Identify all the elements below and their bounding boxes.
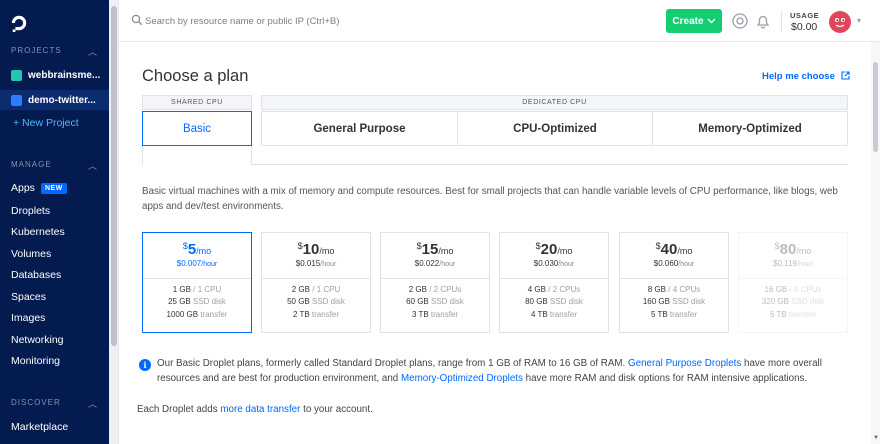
sidebar-item-apps[interactable]: Apps NEW <box>11 182 67 194</box>
search-icon <box>131 14 143 26</box>
create-button[interactable]: Create <box>666 9 722 33</box>
tab-cpu-optimized[interactable]: CPU-Optimized <box>457 111 653 146</box>
plan-card-80: $80/mo $0.119/hour 16 GB / 4 CPUs 320 GB… <box>738 232 848 333</box>
search-input[interactable] <box>145 13 395 29</box>
plan-hourly: $0.119/hour <box>773 259 813 268</box>
chevron-up-icon[interactable]: ︿ <box>88 397 97 410</box>
sidebar-scrollbar[interactable] <box>109 0 119 444</box>
plan-hourly: $0.015/hour <box>295 259 337 268</box>
plan-specs: 4 GB / 2 CPUs 80 GB SSD disk 4 TB transf… <box>525 285 583 319</box>
plan-description: Basic virtual machines with a mix of mem… <box>142 186 838 212</box>
general-purpose-droplets-link[interactable]: General Purpose Droplets <box>628 358 741 369</box>
sidebar: PROJECTS ︿ webbrainsme... demo-twitter..… <box>0 0 109 444</box>
help-support-icon[interactable] <box>731 12 749 30</box>
memory-optimized-droplets-link[interactable]: Memory-Optimized Droplets <box>401 373 523 384</box>
project-label: webbrainsme... <box>28 69 101 81</box>
project-icon <box>11 69 22 81</box>
sidebar-item-kubernetes[interactable]: Kubernetes <box>11 226 65 238</box>
usage-value: $0.00 <box>791 21 818 33</box>
plan-hourly: $0.060/hour <box>653 259 695 268</box>
top-bar-divider <box>781 10 782 32</box>
plan-price: $5/mo <box>182 241 212 258</box>
plan-specs: 8 GB / 4 CPUs 160 GB SSD disk 5 TB trans… <box>642 285 706 319</box>
help-me-choose-link[interactable]: Help me choose <box>762 71 850 82</box>
create-label: Create <box>672 15 704 27</box>
sidebar-project-webbrainsme[interactable]: webbrainsme... <box>0 65 109 85</box>
plan-specs: 16 GB / 4 CPUs 320 GB SSD disk 6 TB tran… <box>761 285 825 319</box>
plan-price: $10/mo <box>297 241 335 258</box>
dedicated-cpu-heading: DEDICATED CPU <box>261 95 848 110</box>
plan-specs: 1 GB / 1 CPU 25 GB SSD disk 1000 GB tran… <box>166 285 228 319</box>
external-link-icon <box>840 71 850 80</box>
tab-general-purpose[interactable]: General Purpose <box>261 111 458 146</box>
plan-price: $20/mo <box>535 241 573 258</box>
plan-hourly: $0.030/hour <box>533 259 575 268</box>
info-icon: i <box>139 359 151 371</box>
sidebar-item-label: Apps <box>11 182 35 194</box>
bell-icon[interactable] <box>754 12 772 30</box>
page-scrollbar[interactable]: ▼ <box>871 42 880 444</box>
new-badge: NEW <box>40 182 67 194</box>
project-label: demo-twitter... <box>28 94 96 106</box>
chevron-down-icon <box>707 18 716 24</box>
avatar-creature-icon <box>835 18 845 28</box>
avatar[interactable] <box>829 11 851 33</box>
project-icon <box>11 94 22 106</box>
data-transfer-note: Each Droplet adds more data transfer to … <box>137 404 373 415</box>
plan-card-15[interactable]: $15/mo $0.022/hour 2 GB / 2 CPUs 60 GB S… <box>380 232 490 333</box>
plan-hourly: $0.022/hour <box>414 259 456 268</box>
usage-label: USAGE <box>790 11 820 20</box>
scroll-down-arrow-icon[interactable]: ▼ <box>873 435 879 441</box>
more-data-transfer-link[interactable]: more data transfer <box>220 404 300 415</box>
sidebar-item-databases[interactable]: Databases <box>11 269 61 281</box>
tab-basic[interactable]: Basic <box>142 111 252 146</box>
plan-card-40[interactable]: $40/mo $0.060/hour 8 GB / 4 CPUs 160 GB … <box>619 232 729 333</box>
discover-heading: DISCOVER <box>11 398 61 407</box>
help-link-label: Help me choose <box>762 71 835 82</box>
sidebar-project-demo-twitter[interactable]: demo-twitter... <box>0 90 109 110</box>
tab-memory-optimized[interactable]: Memory-Optimized <box>652 111 848 146</box>
plan-hourly: $0.007/hour <box>176 259 218 268</box>
page-title: Choose a plan <box>142 67 249 85</box>
sidebar-item-monitoring[interactable]: Monitoring <box>11 355 60 367</box>
plan-price: $15/mo <box>416 241 454 258</box>
plan-card-10[interactable]: $10/mo $0.015/hour 2 GB / 1 CPU 50 GB SS… <box>261 232 371 333</box>
plan-specs: 2 GB / 2 CPUs 60 GB SSD disk 3 TB transf… <box>406 285 464 319</box>
sidebar-item-spaces[interactable]: Spaces <box>11 291 46 303</box>
chevron-up-icon[interactable]: ︿ <box>88 159 97 172</box>
plan-card-20[interactable]: $20/mo $0.030/hour 4 GB / 2 CPUs 80 GB S… <box>499 232 609 333</box>
sidebar-item-volumes[interactable]: Volumes <box>11 248 51 260</box>
manage-heading: MANAGE <box>11 160 52 169</box>
sidebar-item-marketplace[interactable]: Marketplace <box>11 421 68 433</box>
digitalocean-logo-icon[interactable] <box>10 14 28 32</box>
plan-card-5[interactable]: $5/mo $0.007/hour 1 GB / 1 CPU 25 GB SSD… <box>142 232 252 333</box>
sidebar-item-droplets[interactable]: Droplets <box>11 205 50 217</box>
selected-tab-connector <box>142 146 252 165</box>
new-project-link[interactable]: + New Project <box>13 117 79 129</box>
shared-cpu-heading: SHARED CPU <box>142 95 252 110</box>
plan-info-text: Our Basic Droplet plans, formerly called… <box>157 358 822 384</box>
scrollbar-thumb[interactable] <box>111 6 117 346</box>
sidebar-item-networking[interactable]: Networking <box>11 334 64 346</box>
top-bar: Create USAGE $0.00 ▾ <box>119 0 880 42</box>
chevron-down-icon[interactable]: ▾ <box>857 16 861 25</box>
plan-specs: 2 GB / 1 CPU 50 GB SSD disk 2 TB transfe… <box>287 285 345 319</box>
chevron-up-icon[interactable]: ︿ <box>88 45 97 58</box>
plan-price: $80/mo <box>774 241 812 258</box>
plan-price: $40/mo <box>655 241 693 258</box>
scrollbar-thumb[interactable] <box>873 62 878 152</box>
projects-heading: PROJECTS <box>11 46 62 55</box>
sidebar-item-images[interactable]: Images <box>11 312 45 324</box>
